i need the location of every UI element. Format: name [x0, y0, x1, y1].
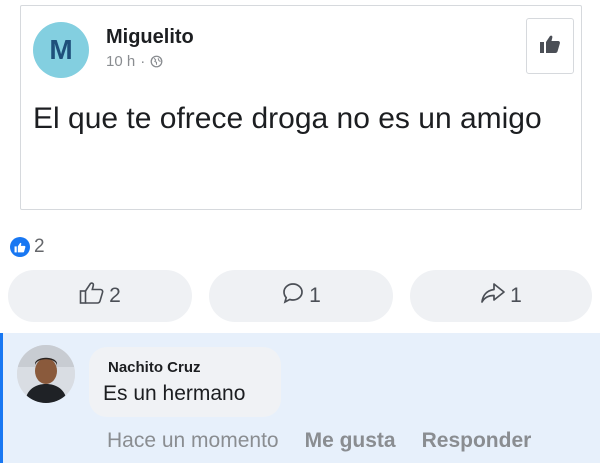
comment-time[interactable]: Hace un momento [107, 429, 279, 453]
comment-bubble: Nachito Cruz Es un hermano [89, 347, 281, 417]
like-badge-icon [10, 237, 30, 257]
avatar-letter: M [49, 34, 73, 65]
comment-text: Es un hermano [103, 382, 246, 405]
like-button[interactable]: 2 [8, 270, 192, 322]
reaction-count: 2 [34, 236, 45, 257]
share-button[interactable]: 1 [410, 270, 592, 322]
comment-item: Nachito Cruz Es un hermano Hace un momen… [0, 333, 600, 463]
comment-count: 1 [309, 284, 321, 307]
meta-separator: · [140, 53, 146, 70]
comment-bubble-icon [281, 281, 305, 311]
like-count: 2 [109, 284, 121, 307]
author-name[interactable]: Miguelito [106, 26, 194, 49]
post-text: El que te ofrece droga no es un amigo [33, 102, 542, 135]
thumbs-up-icon [539, 34, 561, 59]
comment-button[interactable]: 1 [209, 270, 393, 322]
author-avatar[interactable]: M [33, 22, 89, 78]
reactions-summary[interactable]: 2 [10, 236, 45, 258]
commenter-name[interactable]: Nachito Cruz [108, 359, 201, 376]
commenter-avatar[interactable] [17, 345, 75, 403]
comment-like-button[interactable]: Me gusta [305, 429, 396, 453]
share-arrow-icon [480, 282, 506, 310]
globe-icon [150, 55, 163, 68]
share-count: 1 [510, 284, 522, 307]
like-page-button[interactable] [526, 18, 574, 74]
thumbs-up-outline-icon [79, 281, 105, 311]
post-card: M Miguelito 10 h · El que te ofrece drog… [20, 5, 582, 210]
comment-reply-button[interactable]: Responder [422, 429, 532, 453]
comment-actions: Hace un momento Me gusta Responder [107, 429, 531, 453]
post-meta: 10 h · [106, 53, 163, 70]
post-time[interactable]: 10 h [106, 53, 135, 70]
